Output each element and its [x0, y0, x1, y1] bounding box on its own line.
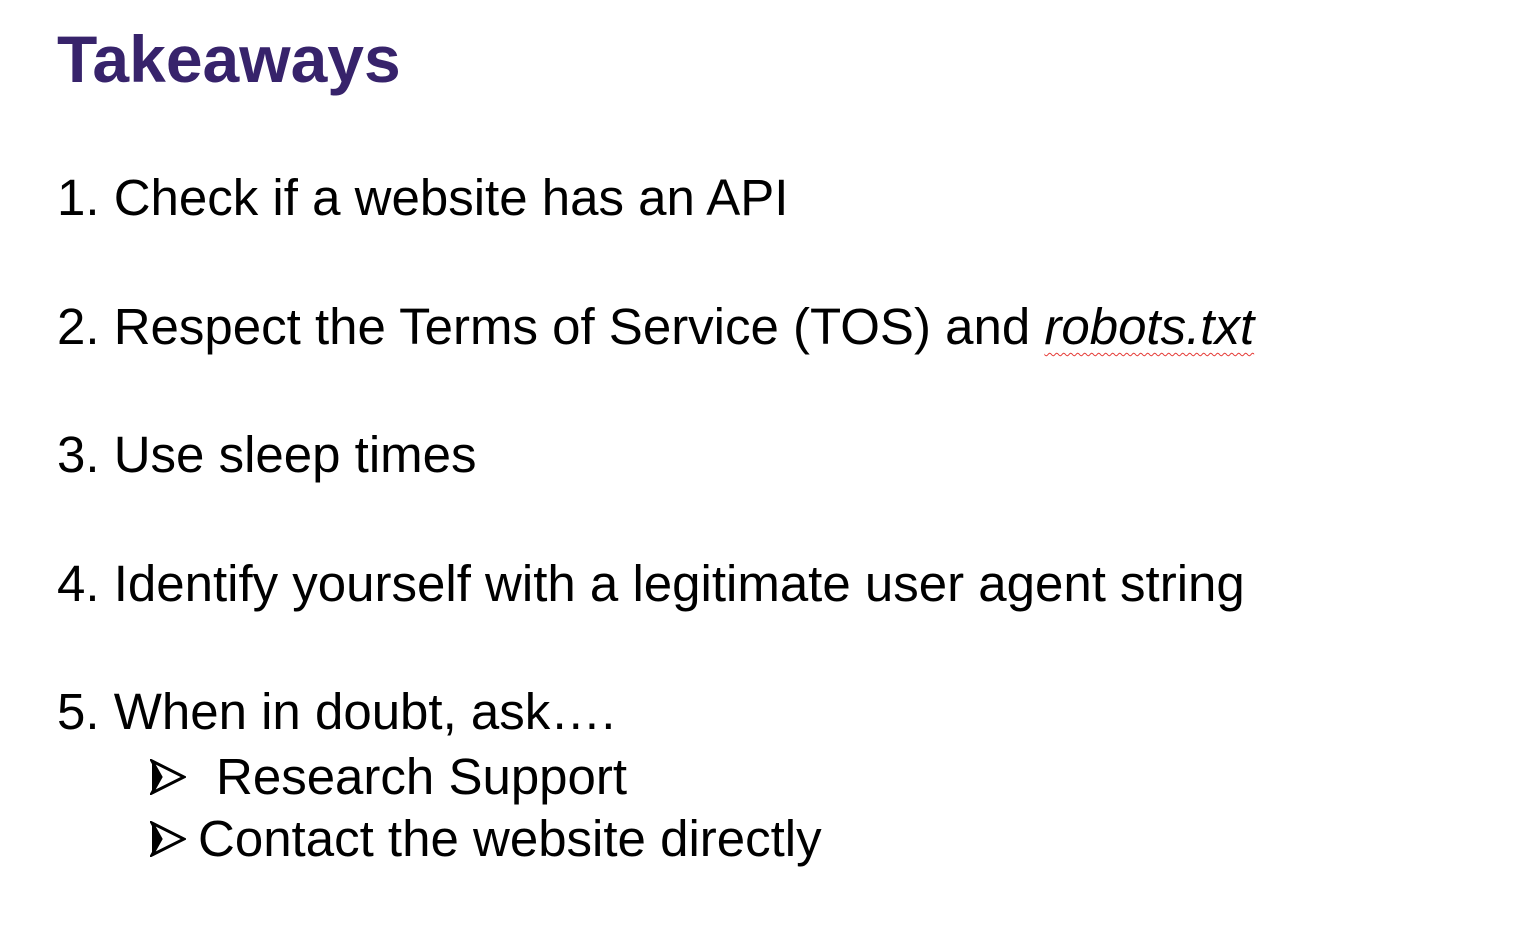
- list-item-4-text: 4. Identify yourself with a legitimate u…: [57, 555, 1245, 612]
- arrow-bullet-icon: [150, 747, 216, 807]
- list-item-4: 4. Identify yourself with a legitimate u…: [57, 554, 1245, 614]
- list-item-1: 1. Check if a website has an API: [57, 168, 788, 228]
- sub-item-label: Contact the website directly: [198, 810, 822, 867]
- robots-txt-term: robots.txt: [1044, 298, 1255, 355]
- list-item-5: 5. When in doubt, ask….: [57, 682, 615, 742]
- slide-title: Takeaways: [57, 22, 401, 96]
- list-item-2-text: 2. Respect the Terms of Service (TOS) an…: [57, 298, 1045, 355]
- sub-item-label: Research Support: [216, 748, 628, 805]
- list-item-3-text: 3. Use sleep times: [57, 426, 477, 483]
- sub-item-research-support: Research Support: [150, 747, 627, 807]
- list-item-3: 3. Use sleep times: [57, 425, 477, 485]
- list-item-1-text: 1. Check if a website has an API: [57, 169, 789, 226]
- arrow-bullet-icon: [150, 809, 198, 869]
- list-item-2: 2. Respect the Terms of Service (TOS) an…: [57, 297, 1254, 357]
- list-item-5-text: 5. When in doubt, ask….: [57, 683, 616, 740]
- sub-item-contact-website: Contact the website directly: [150, 809, 822, 869]
